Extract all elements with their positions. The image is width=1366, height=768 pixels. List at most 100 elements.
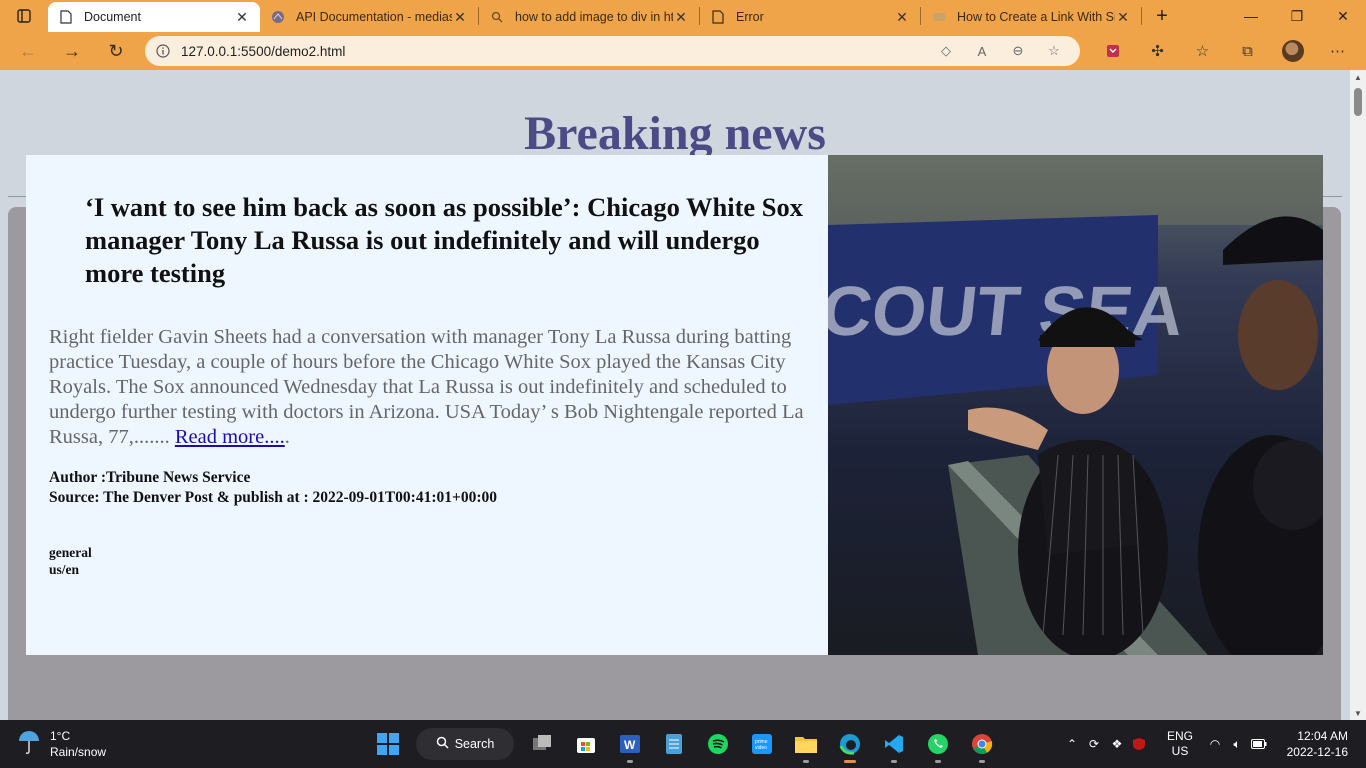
favorite-add-icon[interactable]: ☆: [1036, 43, 1072, 59]
dropbox-icon[interactable]: ❖: [1106, 737, 1128, 751]
page-icon: [58, 9, 74, 25]
article-locale: us/en: [49, 562, 80, 577]
scroll-up-icon[interactable]: ▲: [1350, 73, 1366, 82]
mediastack-icon: [270, 9, 286, 25]
restore-icon[interactable]: ❐: [1274, 0, 1320, 32]
url-text[interactable]: 127.0.0.1:5500/demo2.html: [181, 44, 928, 59]
search-icon: [489, 9, 505, 25]
back-icon[interactable]: ←: [6, 32, 50, 70]
tab-create-link[interactable]: How to Create a Link With Sir ✕: [921, 2, 1141, 32]
site-info-icon[interactable]: [145, 44, 181, 58]
page-icon: [710, 9, 726, 25]
scroll-down-icon[interactable]: ▼: [1350, 709, 1366, 718]
clock[interactable]: 12:04 AM 2022-12-16: [1287, 728, 1348, 760]
clock-time: 12:04 AM: [1297, 729, 1348, 743]
taskbar: 1°C Rain/snow Search W prime video ⌃ ⟳ ❖…: [0, 720, 1366, 768]
page-title: Breaking news: [524, 107, 826, 160]
word-icon[interactable]: W: [608, 724, 652, 764]
sync-icon[interactable]: ⟳: [1082, 737, 1106, 751]
battery-icon[interactable]: [1248, 739, 1270, 749]
read-more-suffix: .: [284, 426, 290, 448]
article-image: COUT SEA: [828, 155, 1323, 655]
extensions-icon[interactable]: ✣: [1135, 42, 1180, 60]
tab-title: How to Create a Link With Sir: [957, 10, 1115, 24]
article-text: ‘I want to see him back as soon as possi…: [26, 155, 828, 655]
collections-icon[interactable]: ⧉: [1225, 43, 1270, 60]
close-tab-icon[interactable]: ✕: [673, 9, 689, 26]
chrome-icon[interactable]: [960, 724, 1004, 764]
clock-date: 2022-12-16: [1286, 745, 1348, 759]
mcafee-icon[interactable]: [1128, 737, 1150, 751]
read-more-link[interactable]: Read more....: [175, 426, 285, 448]
lang-top: ENG: [1166, 729, 1193, 743]
tab-search[interactable]: how to add image to div in ht ✕: [479, 2, 699, 32]
search-label: Search: [454, 737, 495, 751]
more-menu-icon[interactable]: ⋯: [1315, 42, 1360, 60]
tab-title: Document: [84, 10, 141, 24]
page-scrollbar[interactable]: ▲ ▼: [1350, 70, 1366, 720]
spotify-icon[interactable]: [696, 724, 740, 764]
tab-api-documentation[interactable]: API Documentation - mediast ✕: [260, 2, 478, 32]
avatar: [1281, 40, 1304, 62]
lang-bottom: US: [1171, 744, 1189, 758]
svg-text:video: video: [755, 745, 767, 751]
language-indicator[interactable]: ENG US: [1156, 729, 1204, 759]
chevron-up-icon[interactable]: ⌃: [1062, 737, 1082, 751]
refresh-icon[interactable]: ↻: [94, 32, 138, 70]
new-tab-button[interactable]: +: [1142, 5, 1182, 28]
tab-actions-icon[interactable]: [0, 0, 48, 32]
weather-desc: Rain/snow: [50, 745, 107, 759]
scrollbar-thumb[interactable]: [1354, 88, 1362, 116]
close-tab-icon[interactable]: ✕: [1115, 9, 1131, 26]
svg-text:W: W: [624, 738, 636, 752]
article-headline: ‘I want to see him back as soon as possi…: [85, 192, 804, 288]
tag-icon[interactable]: ◇: [928, 43, 964, 59]
tab-title: API Documentation - mediast: [296, 10, 452, 24]
vscode-icon[interactable]: [872, 724, 916, 764]
read-aloud-icon[interactable]: A: [964, 43, 1000, 59]
edge-icon[interactable]: [828, 724, 872, 764]
notepad-icon[interactable]: [652, 724, 696, 764]
minimize-icon[interactable]: —: [1228, 0, 1274, 32]
address-bar[interactable]: 127.0.0.1:5500/demo2.html ◇ A ⊖ ☆: [145, 36, 1080, 66]
task-view-icon[interactable]: [520, 724, 564, 764]
wifi-icon[interactable]: ◠: [1204, 737, 1226, 751]
microsoft-store-icon[interactable]: [564, 724, 608, 764]
article-source: Source: The Denver Post & publish at : 2…: [49, 489, 497, 506]
profile-avatar[interactable]: [1270, 40, 1315, 62]
zoom-out-icon[interactable]: ⊖: [1000, 43, 1036, 59]
close-tab-icon[interactable]: ✕: [452, 9, 468, 26]
system-tray: ⌃ ⟳ ❖ ENG US ◠ 🔈︎: [1062, 720, 1270, 768]
tab-strip: Document ✕ API Documentation - mediast ✕…: [0, 0, 1366, 32]
description-text: Right fielder Gavin Sheets had a convers…: [49, 326, 804, 448]
volume-icon[interactable]: 🔈︎: [1226, 737, 1248, 752]
article-meta: Author :Tribune News Service Source: The…: [49, 468, 497, 508]
weather-widget[interactable]: 1°C Rain/snow: [16, 728, 106, 760]
close-tab-icon[interactable]: ✕: [894, 9, 910, 26]
taskbar-search[interactable]: Search: [416, 728, 514, 760]
tab-title: how to add image to div in ht: [515, 10, 673, 24]
whatsapp-icon[interactable]: [916, 724, 960, 764]
close-tab-icon[interactable]: ✕: [234, 9, 250, 26]
prime-video-icon[interactable]: prime video: [740, 724, 784, 764]
favorites-icon[interactable]: ☆: [1180, 42, 1225, 60]
tab-title: Error: [736, 10, 764, 24]
start-button[interactable]: [366, 724, 410, 764]
close-window-icon[interactable]: ✕: [1320, 0, 1366, 32]
weather-temp: 1°C: [50, 729, 71, 743]
rain-snow-icon: [16, 729, 42, 760]
extension-shield-icon[interactable]: [1090, 44, 1135, 58]
article-category: general: [49, 545, 92, 560]
article-author: Author :Tribune News Service: [49, 469, 251, 486]
forward-icon[interactable]: →: [50, 32, 94, 70]
tab-error[interactable]: Error ✕: [700, 2, 920, 32]
article-description: Right fielder Gavin Sheets had a convers…: [49, 325, 829, 450]
file-explorer-icon[interactable]: [784, 724, 828, 764]
window-controls: — ❐ ✕: [1228, 0, 1366, 32]
search-icon: [436, 736, 449, 752]
article-card: ‘I want to see him back as soon as possi…: [26, 155, 1323, 655]
tab-document[interactable]: Document ✕: [48, 2, 260, 32]
navigation-bar: ← → ↻ 127.0.0.1:5500/demo2.html ◇ A ⊖ ☆ …: [0, 32, 1366, 70]
site-icon: [931, 9, 947, 25]
article-tags: general us/en: [49, 544, 92, 578]
